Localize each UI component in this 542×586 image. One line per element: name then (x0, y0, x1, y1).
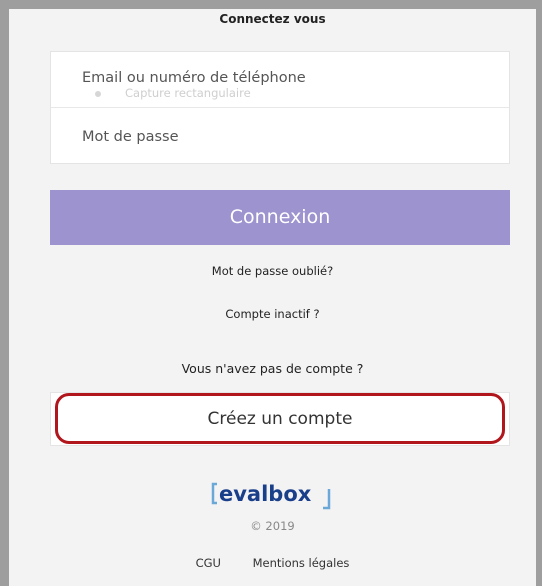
logo-left-bracket (211, 482, 217, 505)
frame-border-right (536, 0, 542, 586)
page-title: Connectez vous (219, 12, 326, 26)
login-button[interactable]: Connexion (50, 190, 510, 245)
cgu-link[interactable]: CGU (196, 556, 221, 570)
inactive-account-link[interactable]: Compte inactif ? (9, 307, 536, 321)
screenshot-frame: Connectez vous Email ou numéro de téléph… (0, 0, 542, 586)
login-form: Email ou numéro de téléphone Capture rec… (50, 51, 510, 164)
frame-border-left (0, 0, 9, 586)
logo-text: evalbox (219, 482, 312, 506)
login-panel: Connectez vous Email ou numéro de téléph… (9, 9, 536, 586)
no-account-prompt: Vous n'avez pas de compte ? (181, 361, 364, 376)
copyright: © 2019 (250, 519, 295, 533)
logo-right-bracket (323, 489, 331, 510)
legal-notice-link[interactable]: Mentions légales (253, 556, 350, 570)
footer-links: CGU Mentions légales (9, 556, 536, 570)
create-account-button[interactable]: Créez un compte (50, 392, 510, 446)
email-field[interactable]: Email ou numéro de téléphone (51, 52, 509, 108)
frame-border-top (0, 0, 542, 9)
forgot-password-link[interactable]: Mot de passe oublié? (9, 264, 536, 278)
evalbox-logo: evalbox (211, 482, 331, 510)
password-field[interactable]: Mot de passe (51, 108, 509, 164)
